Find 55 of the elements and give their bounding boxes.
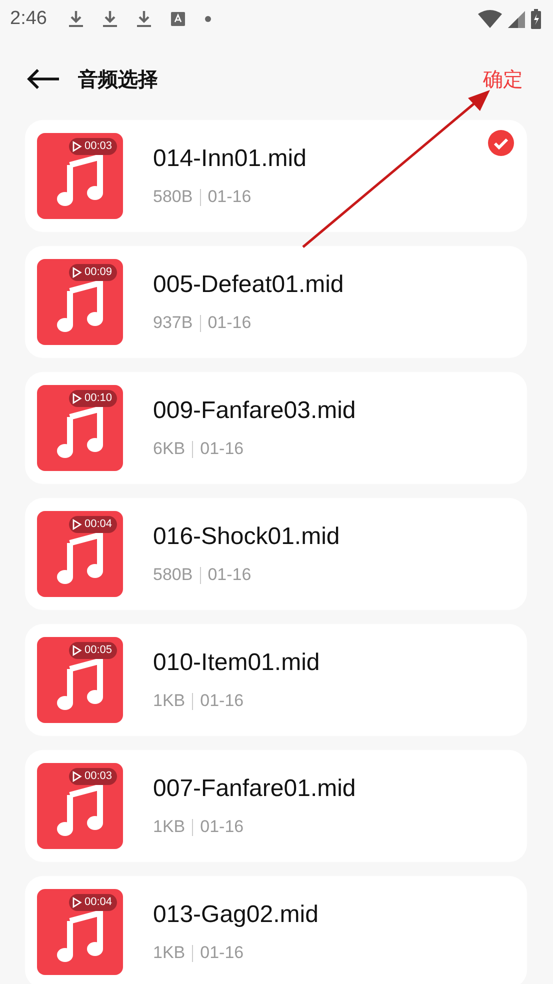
file-size: 580B	[153, 187, 193, 207]
wifi-icon	[478, 10, 502, 28]
audio-file-card[interactable]: 00:05 010-Item01.mid 1KB 01-16	[25, 624, 527, 736]
music-note-icon	[56, 533, 104, 585]
audio-file-card[interactable]: 00:04 016-Shock01.mid 580B 01-16	[25, 498, 527, 610]
signal-icon	[508, 10, 525, 28]
music-note-icon	[56, 785, 104, 837]
file-size: 580B	[153, 565, 193, 585]
file-size: 1KB	[153, 943, 186, 963]
file-name: 013-Gag02.mid	[153, 901, 320, 929]
file-date: 01-16	[200, 439, 244, 459]
back-arrow-icon	[26, 68, 60, 90]
file-date: 01-16	[200, 943, 244, 963]
file-size: 6KB	[153, 439, 186, 459]
download-icon	[136, 10, 151, 28]
file-size: 937B	[153, 313, 193, 333]
dot-icon	[204, 16, 211, 22]
audio-file-card[interactable]: 00:09 005-Defeat01.mid 937B 01-16	[25, 246, 527, 358]
file-name: 010-Item01.mid	[153, 649, 321, 677]
file-size: 1KB	[153, 691, 186, 711]
file-date: 01-16	[208, 565, 252, 585]
music-note-icon	[56, 659, 104, 711]
file-name: 005-Defeat01.mid	[153, 271, 345, 299]
music-note-icon	[56, 911, 104, 963]
file-date: 01-16	[200, 691, 244, 711]
audio-file-card[interactable]: 00:10 009-Fanfare03.mid 6KB 01-16	[25, 372, 527, 484]
duration-badge: 00:03	[69, 768, 117, 785]
file-date: 01-16	[208, 313, 252, 333]
music-note-icon	[56, 407, 104, 459]
page-title: 音频选择	[78, 68, 159, 92]
music-note-icon	[56, 155, 104, 207]
file-size: 1KB	[153, 817, 186, 837]
duration-badge: 00:05	[69, 642, 117, 659]
file-date: 01-16	[208, 187, 252, 207]
download-icon	[102, 10, 117, 28]
audio-file-card[interactable]: 00:04 013-Gag02.mid 1KB 01-16	[25, 876, 527, 984]
download-icon	[68, 10, 83, 28]
file-name: 016-Shock01.mid	[153, 523, 341, 551]
duration-badge: 00:09	[69, 264, 117, 281]
confirm-button[interactable]: 确定	[483, 66, 523, 92]
keyboard-icon	[170, 12, 185, 26]
audio-file-card[interactable]: 00:03 007-Fanfare01.mid 1KB 01-16	[25, 750, 527, 862]
audio-file-card[interactable]: 00:03 014-Inn01.mid 580B 01-16	[25, 120, 527, 232]
duration-badge: 00:04	[69, 894, 117, 911]
file-name: 007-Fanfare01.mid	[153, 775, 357, 803]
music-note-icon	[56, 281, 104, 333]
file-name: 014-Inn01.mid	[153, 145, 308, 173]
duration-badge: 00:10	[69, 390, 117, 407]
duration-badge: 00:03	[69, 138, 117, 155]
file-date: 01-16	[200, 817, 244, 837]
duration-badge: 00:04	[69, 516, 117, 533]
battery-icon	[531, 9, 541, 29]
status-time: 2:46	[10, 8, 47, 30]
back-button[interactable]	[26, 68, 60, 90]
file-name: 009-Fanfare03.mid	[153, 397, 357, 425]
